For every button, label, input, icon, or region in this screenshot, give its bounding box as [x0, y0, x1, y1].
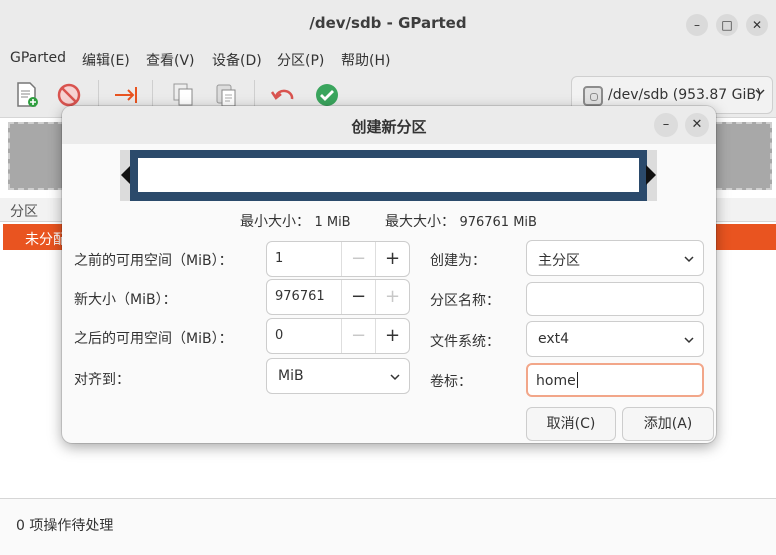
dialog-titlebar: 创建新分区 – ✕ — [62, 106, 716, 144]
new-partition-icon[interactable] — [12, 80, 42, 110]
free-after-increment-button[interactable]: + — [375, 319, 409, 353]
dialog-minimize-button[interactable]: – — [654, 113, 678, 137]
min-size-value: 1 MiB — [314, 215, 351, 230]
create-as-combo[interactable]: 主分区 — [526, 240, 704, 276]
min-size-info: 最小大小： 1 MiB — [240, 211, 351, 231]
volume-label-field[interactable]: home — [526, 363, 704, 397]
window-close-button[interactable]: ✕ — [746, 14, 768, 36]
menu-partition[interactable]: 分区(P) — [277, 50, 324, 70]
resize-right-handle-icon[interactable] — [646, 165, 656, 185]
partition-row-label: 未分配 — [25, 232, 67, 248]
statusbar: 0 项操作待处理 — [0, 498, 776, 555]
free-after-spinbutton[interactable]: 0 − + — [266, 318, 410, 354]
menu-gparted[interactable]: GParted — [10, 50, 66, 66]
volume-label-text: home — [536, 372, 578, 389]
create-as-label: 创建为： — [430, 253, 486, 269]
filesystem-combo[interactable]: ext4 — [526, 321, 704, 357]
pending-operations-text: 0 项操作待处理 — [16, 518, 114, 534]
menubar: GParted 编辑(E) 查看(V) 设备(D) 分区(P) 帮助(H) — [0, 46, 776, 74]
window-minimize-button[interactable]: – — [686, 14, 708, 36]
new-size-increment-button[interactable]: + — [375, 280, 409, 314]
menu-view[interactable]: 查看(V) — [146, 50, 195, 70]
cancel-button[interactable]: 取消(C) — [526, 407, 616, 441]
free-after-decrement-button[interactable]: − — [341, 319, 375, 353]
volume-label-value: home — [536, 373, 576, 389]
align-to-value: MiB — [278, 368, 304, 384]
new-size-label: 新大小（MiB）： — [74, 292, 177, 308]
free-after-value[interactable]: 0 — [275, 328, 283, 343]
filesystem-value: ext4 — [538, 331, 570, 347]
volume-label-label: 卷标： — [430, 374, 472, 390]
chevron-down-icon — [754, 86, 766, 102]
window-titlebar: /dev/sdb - GParted – □ ✕ — [0, 0, 776, 46]
max-size-info: 最大大小： 976761 MiB — [385, 211, 537, 231]
window-title: /dev/sdb - GParted — [309, 14, 467, 32]
dialog-title: 创建新分区 — [351, 118, 427, 136]
add-button[interactable]: 添加(A) — [622, 407, 714, 441]
disk-icon — [583, 86, 603, 106]
device-selector-label: /dev/sdb (953.87 GiB) — [608, 87, 762, 103]
free-before-label: 之前的可用空间（MiB）： — [74, 253, 233, 269]
text-caret — [576, 372, 578, 388]
menu-help[interactable]: 帮助(H) — [341, 50, 390, 70]
filesystem-label: 文件系统： — [430, 334, 500, 350]
min-size-label: 最小大小： — [240, 214, 310, 230]
new-size-value[interactable]: 976761 — [275, 289, 325, 304]
free-before-spinbutton[interactable]: 1 − + — [266, 241, 410, 277]
window-maximize-button[interactable]: □ — [716, 14, 738, 36]
free-before-decrement-button[interactable]: − — [341, 242, 375, 276]
free-before-increment-button[interactable]: + — [375, 242, 409, 276]
menu-edit[interactable]: 编辑(E) — [82, 50, 130, 70]
dialog-close-button[interactable]: ✕ — [685, 113, 709, 137]
chevron-down-icon — [390, 374, 400, 381]
partition-name-field[interactable] — [526, 282, 704, 316]
align-to-label: 对齐到： — [74, 372, 130, 388]
column-partition[interactable]: 分区 — [10, 201, 38, 221]
free-after-label: 之后的可用空间（MiB）： — [74, 331, 233, 347]
create-as-value: 主分区 — [538, 253, 580, 269]
create-partition-dialog: 创建新分区 – ✕ 最小大小： 1 MiB 最大大小： 976761 MiB 之… — [62, 106, 716, 443]
free-before-value[interactable]: 1 — [275, 251, 283, 266]
menu-device[interactable]: 设备(D) — [212, 50, 262, 70]
partition-frame-inner — [138, 158, 639, 192]
max-size-label: 最大大小： — [385, 214, 455, 230]
align-to-combo[interactable]: MiB — [266, 358, 410, 394]
new-size-decrement-button[interactable]: − — [341, 280, 375, 314]
chevron-down-icon — [684, 256, 694, 263]
max-size-value: 976761 MiB — [459, 215, 537, 230]
partition-name-label: 分区名称： — [430, 293, 500, 309]
partition-frame[interactable] — [130, 150, 647, 201]
partition-size-visual[interactable] — [120, 150, 657, 201]
chevron-down-icon — [684, 337, 694, 344]
new-size-spinbutton[interactable]: 976761 − + — [266, 279, 410, 315]
